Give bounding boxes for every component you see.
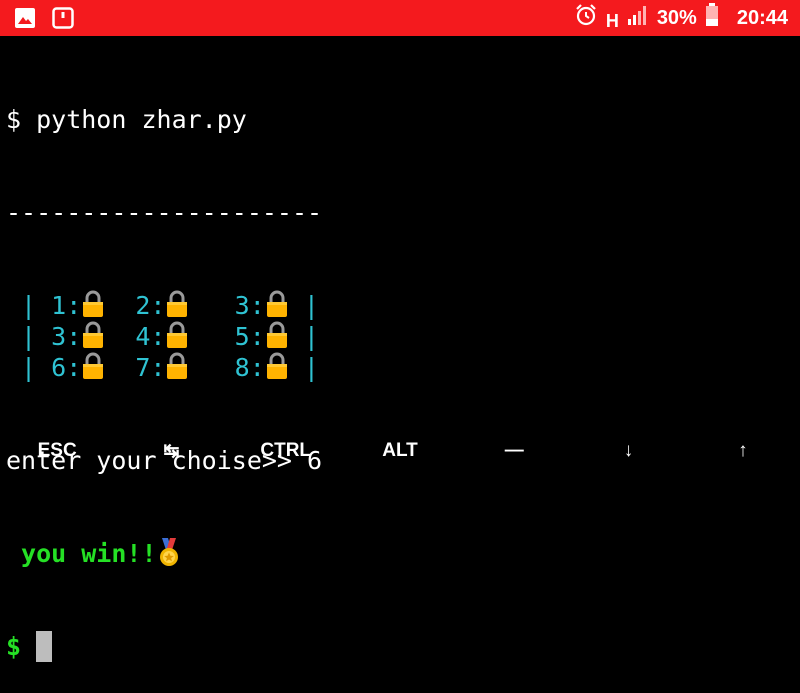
grid-cell-label: 2: (135, 291, 165, 320)
grid-cell-label: 4: (135, 322, 165, 351)
status-bar: H 30% 20:44 (0, 0, 800, 36)
grid-border-right: | (304, 322, 319, 351)
grid-spacing (189, 322, 234, 351)
signal-icon (627, 4, 649, 32)
lock-icon (265, 290, 289, 318)
grid-cell-label: 8: (235, 353, 265, 382)
grid-spacing (289, 322, 304, 351)
shell-prompt: $ (6, 632, 36, 661)
lock-icon (81, 321, 105, 349)
arrow-up-key[interactable]: ↑ (686, 422, 800, 480)
lock-icon (265, 352, 289, 380)
grid-border-right: | (304, 353, 319, 382)
arrow-down-key[interactable]: ↓ (571, 422, 685, 480)
grid-spacing (289, 291, 304, 320)
grid-cell-label: 7: (135, 353, 165, 382)
lock-icon (81, 352, 105, 380)
win-message: you win!! (6, 539, 157, 568)
grid-border-right: | (304, 291, 319, 320)
lock-icon (165, 290, 189, 318)
grid-row: | 3: 4: 5: | (6, 321, 794, 352)
grid-cell-label: 1: (51, 291, 81, 320)
esc-key[interactable]: ESC (0, 422, 114, 480)
battery-percentage: 30% (657, 7, 697, 30)
battery-icon (705, 3, 719, 33)
gallery-icon (14, 7, 36, 34)
grid-row: | 1: 2: 3: | (6, 290, 794, 321)
grid-cell-label: 3: (51, 322, 81, 351)
network-type: H (606, 11, 619, 32)
lock-icon (81, 290, 105, 318)
clock: 20:44 (737, 7, 788, 30)
text-cursor[interactable] (36, 631, 52, 662)
lock-icon (165, 321, 189, 349)
grid-spacing (105, 353, 135, 382)
command-line: $ python zhar.py (6, 104, 794, 135)
grid-cell-label: 3: (235, 291, 265, 320)
alarm-icon (574, 3, 598, 33)
grid-cell-label: 5: (235, 322, 265, 351)
lock-icon (265, 321, 289, 349)
terminal-output[interactable]: $ python zhar.py --------------------- |… (6, 42, 794, 693)
grid-border-left: | (6, 322, 51, 351)
separator-line: --------------------- (6, 197, 794, 228)
alt-key[interactable]: ALT (343, 422, 457, 480)
medal-icon (157, 538, 181, 568)
grid-spacing (289, 353, 304, 382)
grid-spacing (105, 322, 135, 351)
notification-icon (52, 7, 74, 34)
extra-keys-bar: ESC↹CTRLALT—↓↑ (0, 422, 800, 480)
grid-border-left: | (6, 291, 51, 320)
grid-cell-label: 6: (51, 353, 81, 382)
grid-spacing (189, 291, 234, 320)
grid-row: | 6: 7: 8: | (6, 352, 794, 383)
lock-icon (165, 352, 189, 380)
tab-key[interactable]: ↹ (114, 422, 228, 480)
grid-spacing (189, 353, 234, 382)
ctrl-key[interactable]: CTRL (229, 422, 343, 480)
dash-key[interactable]: — (457, 422, 571, 480)
grid-spacing (105, 291, 135, 320)
grid-border-left: | (6, 353, 51, 382)
